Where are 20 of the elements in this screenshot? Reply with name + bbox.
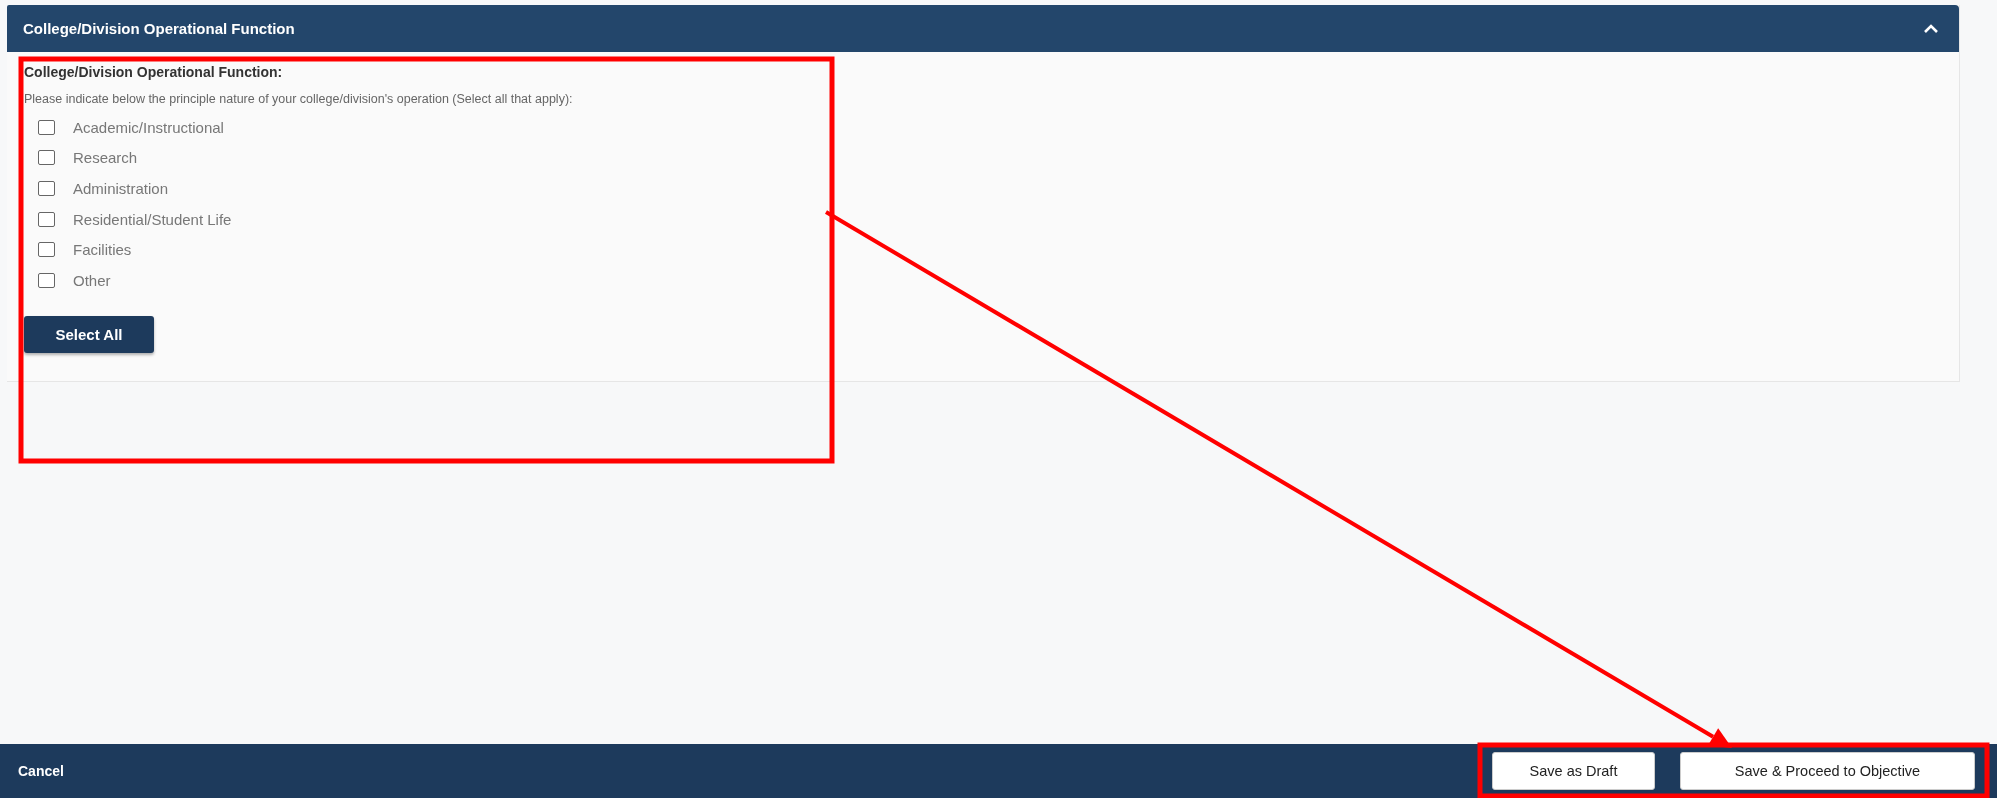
- checkbox[interactable]: [38, 272, 55, 288]
- checkbox[interactable]: [38, 242, 55, 258]
- checkbox[interactable]: [38, 150, 55, 166]
- checkbox[interactable]: [38, 211, 55, 227]
- save-draft-button[interactable]: Save as Draft: [1492, 752, 1655, 790]
- checkbox-label: Residential/Student Life: [73, 210, 232, 228]
- select-all-button[interactable]: Select All: [24, 315, 154, 353]
- checkbox[interactable]: [38, 181, 55, 196]
- cancel-link[interactable]: Cancel: [18, 763, 64, 779]
- collapse-chevron-icon[interactable]: [1923, 23, 1939, 34]
- checkbox-label: Research: [73, 149, 138, 167]
- checkbox[interactable]: [38, 119, 55, 135]
- checkbox-label: Facilities: [73, 241, 132, 259]
- save-proceed-button[interactable]: Save & Proceed to Objective: [1680, 752, 1975, 790]
- panel-title: College/Division Operational Function: [23, 20, 295, 37]
- checkbox-label: Administration: [73, 180, 169, 197]
- section-heading: College/Division Operational Function:: [24, 64, 284, 80]
- instruction-text: Please indicate below the principle nature of your college/division's operation (Select all that apply):: [24, 92, 574, 106]
- checkbox-label: Academic/Instructional: [73, 118, 224, 136]
- checkbox-label: Other: [73, 271, 111, 289]
